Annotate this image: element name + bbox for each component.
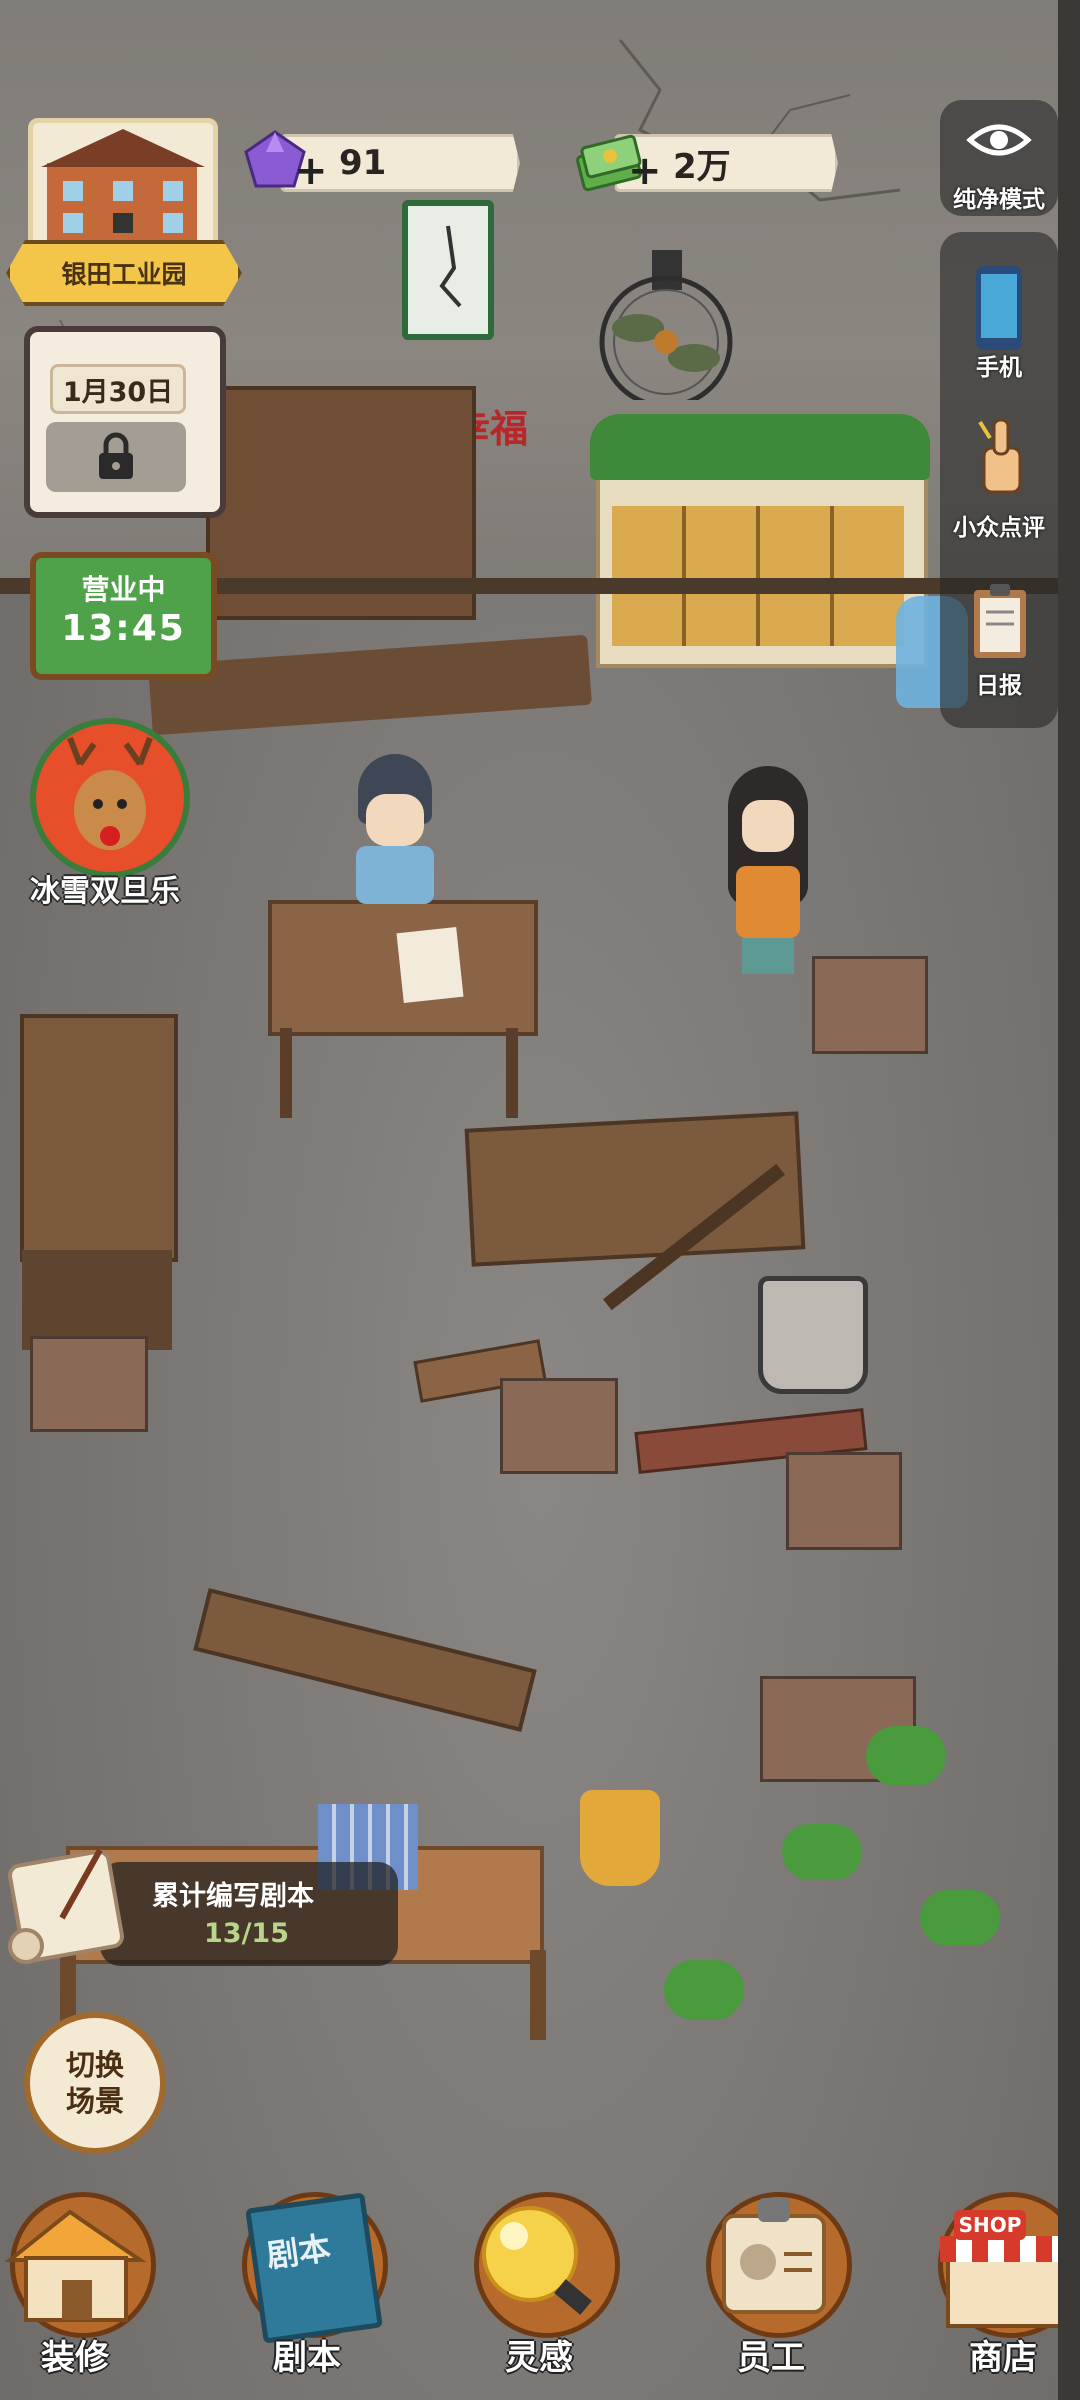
game-scene[interactable]: 幸福 银田工业园 91 + 2万 + 1月30日 营业中 13:45 冰雪双旦乐… <box>0 0 1080 2400</box>
thumbs-up-icon <box>978 418 1022 494</box>
badge-icon <box>722 2198 826 2314</box>
eye-icon <box>966 124 1032 156</box>
location-thumbnail[interactable] <box>28 118 218 253</box>
event-label[interactable]: 冰雪双旦乐 <box>0 866 210 910</box>
broken-table-left-base <box>22 1250 172 1350</box>
potted-plant <box>782 1824 862 1880</box>
nav-label: 员工 <box>737 2338 805 2378</box>
event-reindeer-icon[interactable] <box>30 718 190 878</box>
paper-bag <box>786 1452 902 1550</box>
sidebar-item-reviews[interactable]: 小众点评 <box>940 402 1058 552</box>
switch-scene-button[interactable]: 切换 场景 <box>24 2012 166 2154</box>
calendar-date: 1月30日 <box>50 364 186 414</box>
broken-table-left <box>20 1014 178 1262</box>
paper-bag <box>812 956 928 1054</box>
lightbulb-icon <box>482 2206 592 2315</box>
npc-writer[interactable] <box>352 754 438 904</box>
calendar-widget[interactable]: 1月30日 <box>24 326 226 518</box>
right-wall-edge <box>1058 0 1080 2400</box>
wall-fan <box>599 250 733 400</box>
wall-clock <box>402 200 494 340</box>
pure-mode-button[interactable]: 纯净模式 <box>940 100 1058 216</box>
fallen-bench <box>193 1588 537 1732</box>
money-counter[interactable]: 2万 + <box>574 128 838 198</box>
npc-girl[interactable] <box>722 766 814 990</box>
shop-icon: SHOP <box>940 2210 1066 2328</box>
trash-bin <box>758 1276 868 1394</box>
business-clock: 13:45 <box>61 608 186 649</box>
watering-can <box>580 1790 660 1886</box>
scroll-icon[interactable] <box>0 1840 136 1970</box>
calendar-lock <box>46 422 186 492</box>
script-progress-value: 13/15 <box>204 1918 290 1949</box>
shop-sign: SHOP <box>954 2210 1026 2240</box>
book-title: 剧本 <box>264 2228 333 2276</box>
hanging-plant <box>664 1960 744 2020</box>
nav-label: 装修 <box>41 2338 109 2378</box>
book-icon: 剧本 <box>245 2192 383 2344</box>
nav-shop[interactable]: SHOP 商店 <box>928 2192 1080 2392</box>
sidebar-item-daily-report[interactable]: 日报 <box>940 562 1058 722</box>
sidebar-menu: 手机 小众点评 日报 <box>940 232 1058 728</box>
sidebar-item-label: 小众点评 <box>953 515 1045 541</box>
clipboard-icon <box>974 584 1026 658</box>
gems-counter[interactable]: 91 + <box>240 128 520 198</box>
papers-on-desk <box>396 927 464 1003</box>
nav-inspiration[interactable]: 灵感 <box>464 2192 620 2392</box>
building-icon <box>41 129 205 243</box>
sidebar-item-phone[interactable]: 手机 <box>940 232 1058 382</box>
gems-plus-icon[interactable]: + <box>294 148 328 194</box>
nav-decorate[interactable]: 装修 <box>0 2192 156 2392</box>
paper-bag <box>500 1378 618 1474</box>
money-plus-icon[interactable]: + <box>628 148 662 194</box>
script-progress-panel[interactable]: 累计编写剧本 13/15 <box>100 1862 398 1966</box>
house-icon <box>4 2209 147 2322</box>
pure-mode-label: 纯净模式 <box>953 187 1045 213</box>
locker-doors <box>612 506 904 646</box>
switch-scene-line2: 场景 <box>65 2084 124 2118</box>
potted-plant <box>920 1890 1000 1946</box>
sidebar-item-label: 手机 <box>976 355 1022 381</box>
nav-label: 剧本 <box>273 2338 341 2378</box>
paper-bag <box>30 1336 148 1432</box>
business-status-board: 营业中 13:45 <box>30 552 217 680</box>
sidebar-item-label: 日报 <box>976 673 1022 699</box>
nav-script[interactable]: 剧本 剧本 <box>232 2192 388 2392</box>
business-status-label: 营业中 <box>81 573 166 606</box>
lock-icon <box>99 432 133 479</box>
nav-staff[interactable]: 员工 <box>696 2192 852 2392</box>
switch-scene-line1: 切换 <box>65 2048 124 2082</box>
plant-row <box>590 414 930 480</box>
phone-icon <box>976 266 1022 350</box>
hanging-plant <box>866 1726 946 1786</box>
script-progress-title: 累计编写剧本 <box>152 1881 314 1912</box>
nav-label: 灵感 <box>505 2338 573 2378</box>
desk-writer-legs <box>280 1028 518 1118</box>
location-name[interactable]: 银田工业园 <box>6 240 242 306</box>
nav-label: 商店 <box>969 2338 1037 2378</box>
